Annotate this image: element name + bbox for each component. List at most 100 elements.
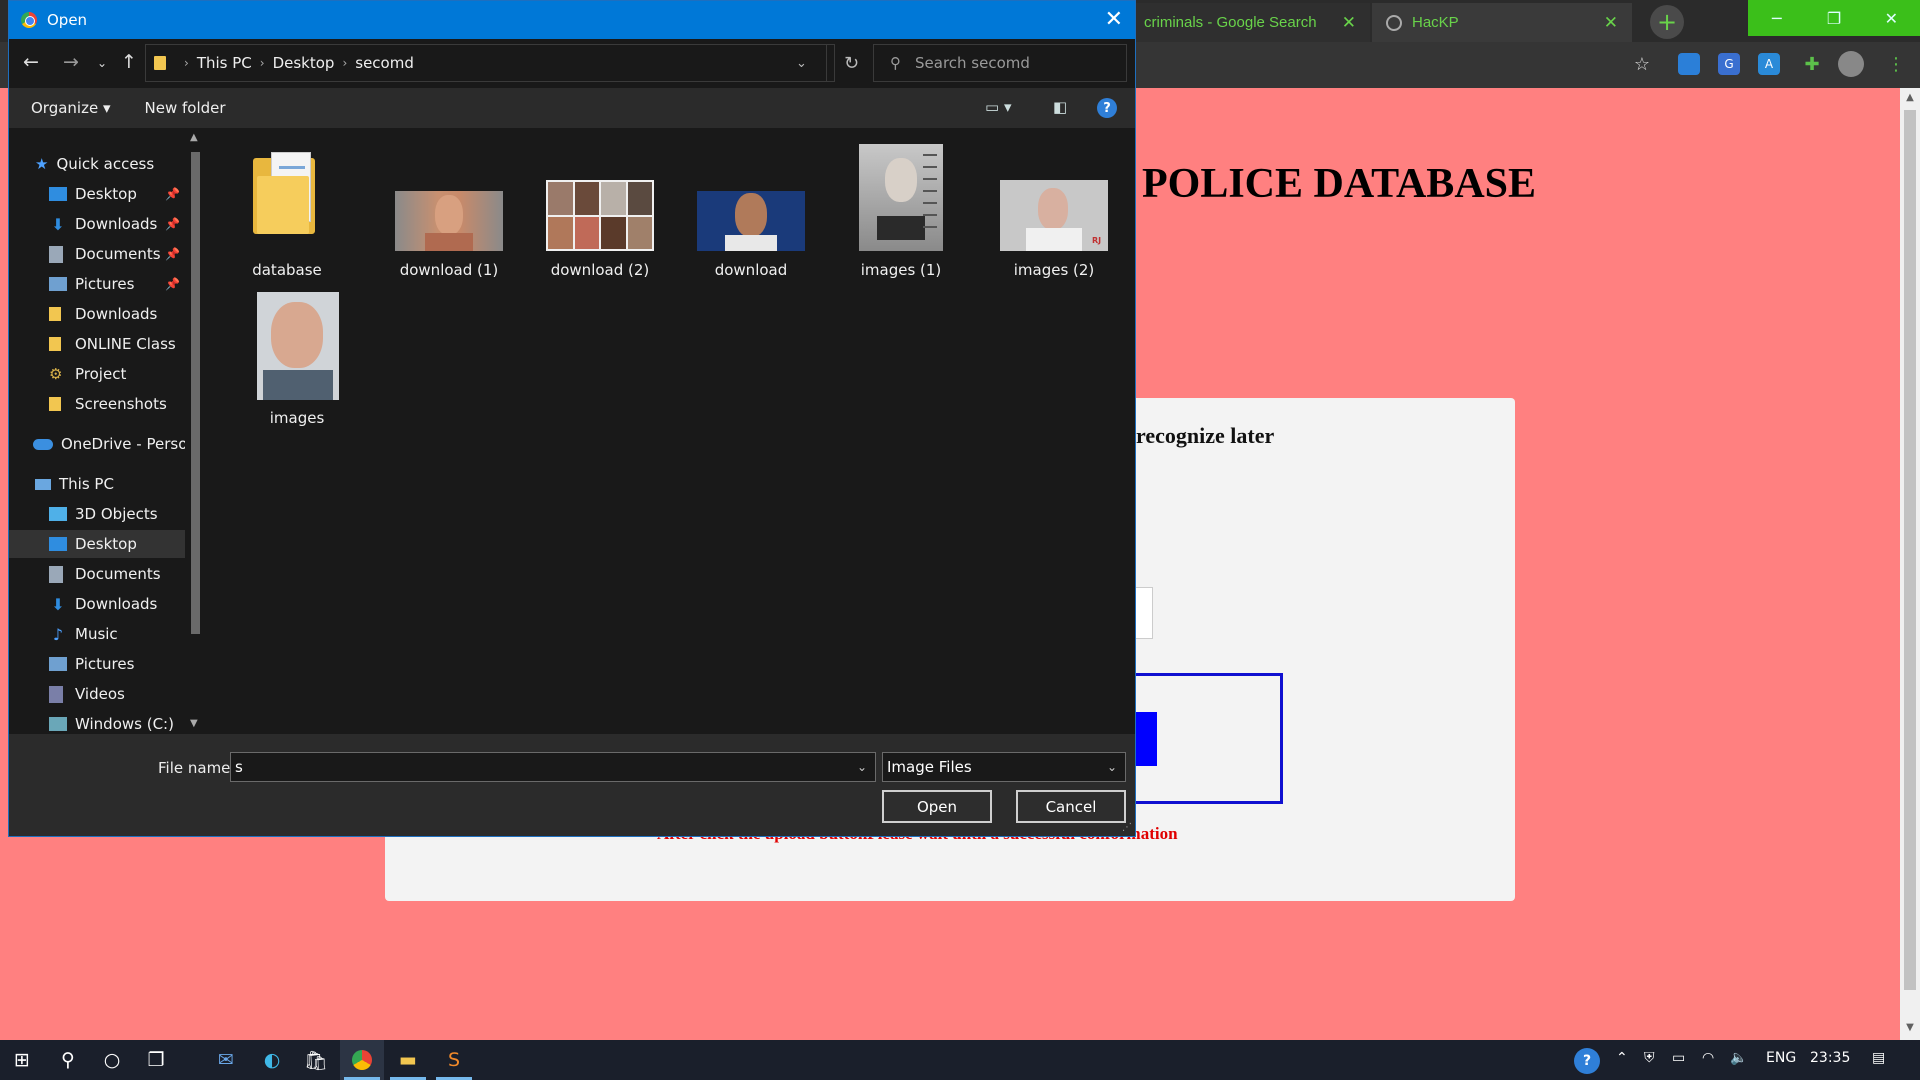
cortana-icon[interactable]: ○	[90, 1040, 134, 1080]
nav-scroll-thumb[interactable]	[191, 152, 200, 634]
page-scrollbar[interactable]: ▲ ▼	[1900, 88, 1920, 1040]
chevron-right-icon[interactable]: ›	[342, 56, 347, 70]
pin-icon[interactable]: 📌	[165, 277, 180, 291]
windows-start-icon[interactable]: ⊞	[0, 1040, 44, 1080]
download-arrow-icon: ⬇	[51, 594, 65, 614]
notifications-icon[interactable]: ▤	[1872, 1050, 1885, 1066]
bookmark-star-icon[interactable]: ☆	[1628, 50, 1656, 78]
nav-project[interactable]: ⚙ Project	[9, 360, 185, 388]
minimize-icon[interactable]: ─	[1748, 0, 1805, 36]
forward-arrow-icon[interactable]: →	[63, 51, 79, 73]
recent-chevron-icon[interactable]: ⌄	[97, 56, 107, 70]
nav-pictures[interactable]: Pictures	[9, 650, 185, 678]
new-tab-button[interactable]: +	[1650, 5, 1684, 39]
pin-icon[interactable]: 📌	[165, 187, 180, 201]
chevron-up-icon[interactable]: ⌃	[1616, 1050, 1628, 1066]
edge-icon[interactable]: ◐	[250, 1040, 294, 1080]
preview-pane-icon[interactable]: ◧	[1053, 98, 1067, 116]
chrome-icon	[21, 12, 37, 28]
page-scroll-thumb[interactable]	[1904, 110, 1916, 990]
nav-desktop-quick[interactable]: Desktop 📌	[9, 180, 185, 208]
translate-extension-icon[interactable]: G	[1718, 53, 1740, 75]
search-input[interactable]: ⚲ Search secomd	[873, 44, 1127, 82]
pin-icon[interactable]: 📌	[165, 217, 180, 231]
breadcrumb-desktop[interactable]: Desktop	[273, 54, 335, 72]
wifi-icon[interactable]: ◠	[1702, 1050, 1714, 1066]
back-arrow-icon[interactable]: ←	[23, 51, 39, 73]
close-window-icon[interactable]: ✕	[1863, 0, 1920, 36]
path-dropdown-icon[interactable]: ⌄	[796, 56, 807, 71]
chrome-taskbar-icon[interactable]	[340, 1040, 384, 1080]
organize-button[interactable]: Organize ▾	[31, 99, 111, 117]
tab-label: criminals - Google Search	[1144, 14, 1317, 31]
nav-windows-c[interactable]: Windows (C:)	[9, 710, 185, 734]
task-view-icon[interactable]: ❐	[134, 1040, 178, 1080]
help-icon[interactable]: ?	[1097, 98, 1117, 118]
nav-screenshots[interactable]: Screenshots	[9, 390, 185, 418]
pin-icon[interactable]: 📌	[165, 247, 180, 261]
view-options-icon[interactable]: ▭ ▾	[985, 98, 1011, 116]
breadcrumb[interactable]: › This PC › Desktop › secomd ⌄ ↻	[145, 44, 859, 82]
search-icon[interactable]: ⚲	[46, 1040, 90, 1080]
tab-criminals-search[interactable]: criminals - Google Search ✕	[1130, 3, 1370, 42]
nav-3d-objects[interactable]: 3D Objects	[9, 500, 185, 528]
nav-documents[interactable]: Documents	[9, 560, 185, 588]
mail-icon[interactable]: ✉	[204, 1040, 248, 1080]
nav-documents-quick[interactable]: Documents 📌	[9, 240, 185, 268]
profile-avatar[interactable]	[1838, 51, 1864, 77]
help-tray-icon[interactable]: ?	[1574, 1048, 1600, 1074]
chevron-right-icon[interactable]: ›	[184, 56, 189, 70]
nav-videos[interactable]: Videos	[9, 680, 185, 708]
clock[interactable]: 23:35	[1810, 1050, 1850, 1066]
nav-this-pc[interactable]: This PC	[35, 470, 114, 498]
tab-close-icon[interactable]: ✕	[1604, 13, 1618, 33]
font-extension-icon[interactable]: A	[1758, 53, 1780, 75]
nav-onedrive[interactable]: OneDrive - Person	[33, 430, 189, 458]
file-type-select[interactable]: Image Files ⌄	[882, 752, 1126, 782]
nav-downloads-quick[interactable]: ⬇ Downloads 📌	[9, 210, 185, 238]
chevron-down-icon[interactable]: ⌄	[857, 760, 867, 774]
breadcrumb-this-pc[interactable]: This PC	[197, 54, 252, 72]
nav-online-class[interactable]: ONLINE Class	[9, 330, 185, 358]
file-explorer-icon[interactable]: ▬	[386, 1040, 430, 1080]
new-folder-button[interactable]: New folder	[145, 99, 226, 117]
scroll-up-icon[interactable]: ▲	[190, 132, 198, 143]
refresh-icon[interactable]: ↻	[844, 53, 859, 74]
extensions-puzzle-icon[interactable]: ✚	[1798, 50, 1826, 78]
store-icon[interactable]: 🛍	[294, 1040, 338, 1080]
nav-pane-scrollbar[interactable]: ▲ ▼	[185, 128, 205, 734]
upload-button[interactable]	[1133, 712, 1157, 766]
tab-hackp[interactable]: HacKP ✕	[1372, 3, 1632, 42]
shield-icon[interactable]: ⛨	[1644, 1050, 1655, 1066]
battery-icon[interactable]: ▭	[1672, 1050, 1685, 1066]
nav-label: Music	[75, 625, 118, 643]
language-indicator[interactable]: ENG	[1766, 1050, 1796, 1066]
tab-close-icon[interactable]: ✕	[1342, 13, 1356, 33]
chevron-right-icon[interactable]: ›	[260, 56, 265, 70]
up-arrow-icon[interactable]: ↑	[121, 51, 137, 73]
nav-desktop[interactable]: Desktop	[9, 530, 185, 558]
open-button[interactable]: Open	[882, 790, 992, 823]
scroll-down-icon[interactable]: ▼	[190, 718, 198, 729]
nav-pictures-quick[interactable]: Pictures 📌	[9, 270, 185, 298]
nav-music[interactable]: ♪ Music	[9, 620, 185, 648]
nav-downloads-folder[interactable]: Downloads	[9, 300, 185, 328]
file-name-input[interactable]: s ⌄	[230, 752, 876, 782]
scroll-up-icon[interactable]: ▲	[1904, 92, 1916, 103]
chevron-down-icon[interactable]: ⌄	[1107, 760, 1117, 774]
navigation-pane: ★ Quick access Desktop 📌 ⬇ Downloads 📌 D…	[9, 128, 189, 734]
breadcrumb-secomd[interactable]: secomd	[355, 54, 414, 72]
scroll-down-icon[interactable]: ▼	[1904, 1022, 1916, 1033]
cloud-extension-icon[interactable]	[1678, 53, 1700, 75]
sublime-text-icon[interactable]: S	[432, 1040, 476, 1080]
restore-icon[interactable]: ❐	[1805, 0, 1862, 36]
resize-grip-icon[interactable]: ⋰	[1122, 822, 1132, 833]
cancel-button[interactable]: Cancel	[1016, 790, 1126, 823]
volume-icon[interactable]: 🔈	[1730, 1050, 1747, 1066]
file-name-label: File name:	[158, 759, 236, 777]
nav-quick-access[interactable]: ★ Quick access	[35, 150, 154, 178]
dialog-close-icon[interactable]: ✕	[1105, 7, 1123, 32]
nav-downloads[interactable]: ⬇ Downloads	[9, 590, 185, 618]
menu-kebab-icon[interactable]: ⋮	[1882, 50, 1910, 78]
card-text-input[interactable]	[1133, 587, 1153, 639]
